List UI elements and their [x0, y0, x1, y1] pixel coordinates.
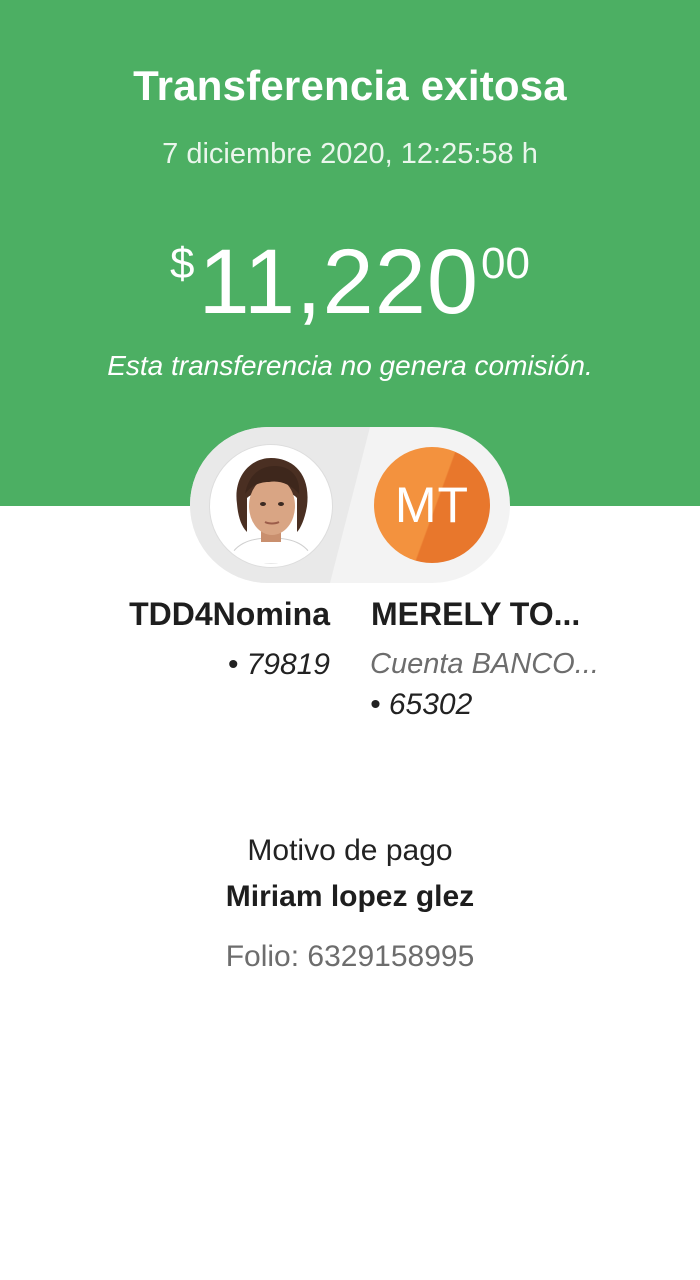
transfer-parties-pill: MT [190, 427, 510, 583]
page-title: Transferencia exitosa [133, 62, 567, 109]
amount-decimals: 00 [481, 239, 530, 288]
destination-initials-avatar: MT [374, 447, 490, 563]
source-account-number: • 79819 [227, 648, 330, 681]
payment-reason-value: Miriam lopez glez [225, 880, 475, 913]
amount-integer: 11,220 [198, 231, 480, 333]
transfer-datetime: 7 diciembre 2020, 12:25:58 h [162, 138, 538, 170]
destination-account-number: • 65302 [370, 688, 473, 721]
amount-currency: $ [170, 239, 195, 288]
destination-bank: Cuenta BANCO... [370, 648, 599, 680]
person-photo-icon [213, 448, 329, 564]
destination-account-name: MERELY TO... [371, 596, 581, 632]
folio-number: Folio: 6329158995 [225, 940, 475, 973]
payment-reason-label: Motivo de pago [247, 834, 453, 867]
transfer-amount: $11,22000 [0, 236, 700, 328]
person-photo-avatar [210, 445, 332, 567]
commission-note: Esta transferencia no genera comisión. [107, 350, 593, 381]
source-account-name: TDD4Nomina [129, 596, 330, 632]
